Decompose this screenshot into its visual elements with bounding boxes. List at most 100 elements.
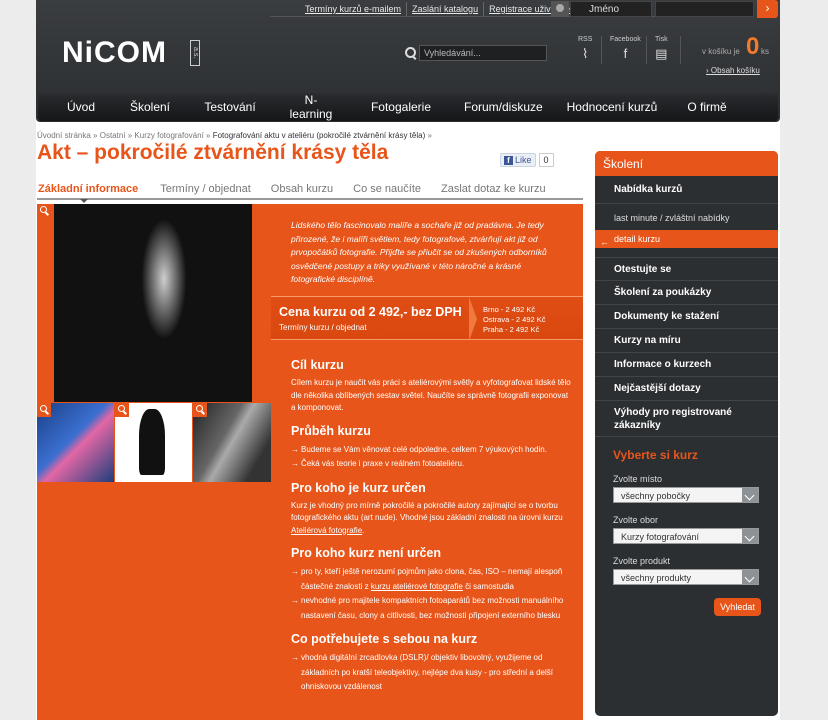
cart-count: 0 [746, 33, 760, 60]
login-submit-button[interactable]: › [757, 0, 778, 18]
nav-fotogalerie[interactable]: Fotogalerie [338, 100, 464, 114]
nav-uvod[interactable]: Úvod [38, 100, 124, 114]
course-description: Cíl kurzu Cílem kurzu je naučit vás prác… [291, 358, 573, 704]
price-box[interactable]: Cena kurzu od 2 492,- bez DPH Termíny ku… [271, 296, 583, 341]
text-fragment: Kurz je vhodný pro mírně pokročilé a pok… [291, 500, 563, 523]
sidebar-item-course-info[interactable]: Informace o kurzech [595, 353, 778, 377]
select-value: Kurzy fotografování [621, 532, 700, 542]
section-list: vhodná digitální zrcadlovka (DSLR)/ obje… [291, 651, 573, 695]
sidebar-item-registered-benefits[interactable]: Výhody pro registrované zákazníky [595, 401, 778, 437]
cart-link-label: Obsah košíku [710, 66, 760, 75]
sidebar-item-test-yourself[interactable]: Otestujte se [595, 257, 778, 281]
chevron-down-icon [742, 488, 758, 502]
search-icon[interactable] [403, 45, 419, 61]
price-cities: Brno - 2 492 Kč Ostrava - 2 492 Kč Praha… [483, 305, 546, 335]
sidebar-item-course-detail[interactable]: detail kurzu [595, 230, 778, 251]
zoom-icon[interactable] [193, 403, 207, 417]
picker-label: Zvolte produkt [613, 556, 671, 566]
select-value: všechny pobočky [621, 491, 691, 501]
breadcrumb-item[interactable]: Ostatní [100, 131, 126, 140]
section-text: Kurz je vhodný pro mírně pokročilé a pok… [291, 500, 573, 538]
zoom-icon[interactable] [37, 204, 51, 218]
price-title: Cena kurzu od 2 492,- bez DPH [279, 305, 462, 319]
select-value: všechny produkty [621, 573, 692, 583]
section-title: Co potřebujete s sebou na kurz [291, 632, 478, 646]
rss-link[interactable]: RSS ⌇ [578, 36, 592, 62]
user-icon [551, 1, 569, 17]
section-title: Průběh kurzu [291, 423, 371, 438]
nav-testovani[interactable]: Testování [176, 100, 284, 114]
price-order-link[interactable]: Termíny kurzu / objednat [279, 323, 367, 332]
cart-contents-link[interactable]: › Obsah košíku [706, 66, 760, 75]
silhouette-figure [139, 409, 165, 475]
facebook-link[interactable]: Facebook f [610, 36, 641, 61]
breadcrumb-item[interactable]: Kurzy fotografování [134, 131, 203, 140]
section-title: Pro koho je kurz určen [291, 480, 426, 495]
price-arrow-icon [469, 297, 477, 341]
facebook-like: f Like 0 [500, 153, 554, 167]
rss-icon: ⌇ [582, 46, 589, 61]
location-select[interactable]: všechny pobočky [613, 487, 759, 503]
sidebar-item-custom-courses[interactable]: Kurzy na míru [595, 329, 778, 353]
login-name-field[interactable]: Jméno [570, 1, 652, 17]
nav-n-learning[interactable]: N-learning [284, 93, 338, 121]
tab-course-content[interactable]: Obsah kurzu [259, 178, 341, 198]
text-fragment: . [362, 525, 365, 535]
list-item: pro ty, kteří ještě nerozumí pojmům jako… [291, 565, 573, 594]
tab-send-question[interactable]: Zaslat dotaz ke kurzu [429, 178, 554, 198]
tab-what-you-learn[interactable]: Co se naučíte [341, 178, 429, 198]
nav-forum[interactable]: Forum/diskuze [464, 100, 543, 114]
product-select[interactable]: všechny produkty [613, 569, 759, 585]
course-link[interactable]: kurzu ateliérové fotografie [371, 582, 463, 591]
nav-o-firme[interactable]: O firmě [686, 100, 728, 114]
tab-dates-order[interactable]: Termíny / objednat [146, 178, 259, 198]
list-item: vhodná digitální zrcadlovka (DSLR)/ obje… [291, 651, 573, 695]
top-link-terms-email[interactable]: Termíny kurzů e-mailem [300, 2, 406, 16]
course-tabs: Základní informace Termíny / objednat Ob… [37, 178, 583, 200]
nav-skoleni[interactable]: Školení [124, 100, 176, 114]
field-select[interactable]: Kurzy fotografování [613, 528, 759, 544]
list-item: Budeme se Vám věnovat celé odpoledne, ce… [291, 443, 573, 458]
sidebar-item-course-offer[interactable]: Nabídka kurzů [595, 176, 778, 204]
logo-suffix: a.s. [190, 40, 200, 66]
facebook-icon: f [504, 156, 513, 165]
login-password-field[interactable] [655, 1, 754, 17]
nav-hodnoceni[interactable]: Hodnocení kurzů [538, 100, 686, 114]
facebook-like-button[interactable]: f Like [500, 153, 536, 167]
sidebar-item-last-minute[interactable]: last minute / zvláštní nabídky [595, 213, 778, 229]
nicom-logo[interactable]: NiCOM [62, 36, 167, 70]
search-courses-button[interactable]: Vyhledat [714, 598, 761, 616]
sidebar: Školení Nabídka kurzů last minute / zvlá… [595, 151, 778, 716]
section-list: pro ty, kteří ještě nerozumí pojmům jako… [291, 565, 573, 623]
main-course-photo[interactable] [54, 204, 252, 402]
course-content: Lidského tělo fascinovalo malíře a socha… [37, 204, 583, 720]
print-link[interactable]: Tisk ▤ [655, 36, 668, 62]
main-nav: Úvod Školení Testování N-learning Fotoga… [38, 93, 778, 121]
section-title: Cíl kurzu [291, 358, 344, 372]
sidebar-head[interactable]: Školení [595, 151, 778, 176]
course-link[interactable]: Ateliérová fotografie [291, 526, 362, 535]
cart-unit: ks [761, 47, 769, 56]
sidebar-item-vouchers[interactable]: Školení za poukázky [595, 281, 778, 305]
search-input[interactable]: Vyhledávání... [419, 45, 547, 61]
breadcrumb-current: Fotografování aktu v ateliéru (pokročilé… [212, 131, 426, 140]
sidebar-item-downloads[interactable]: Dokumenty ke stažení [595, 305, 778, 329]
course-picker-title: Vyberte si kurz [613, 448, 698, 462]
price-city: Ostrava - 2 492 Kč [483, 315, 546, 324]
price-city: Brno - 2 492 Kč [483, 305, 536, 314]
print-label: Tisk [655, 36, 668, 43]
breadcrumb: Úvodní stránka » Ostatní » Kurzy fotogra… [37, 131, 432, 140]
top-link-catalog[interactable]: Zaslání katalogu [406, 2, 483, 16]
zoom-icon[interactable] [37, 403, 51, 417]
breadcrumb-item[interactable]: Úvodní stránka [37, 131, 91, 140]
text-fragment: či samostudia [462, 581, 515, 591]
zoom-icon[interactable] [115, 403, 129, 417]
picker-label: Zvolte místo [613, 474, 663, 484]
section-list: Budeme se Vám věnovat celé odpoledne, ce… [291, 443, 573, 472]
tab-basic-info[interactable]: Základní informace [37, 178, 146, 198]
section-text: Cílem kurzu je naučit vás práci s atelié… [291, 378, 571, 412]
social-divider [646, 36, 647, 64]
sidebar-item-faq[interactable]: Nejčastější dotazy [595, 377, 778, 401]
page-title: Akt – pokročilé ztvárnění krásy těla [37, 141, 389, 164]
page: Termíny kurzů e-mailem Zaslání katalogu … [0, 0, 828, 720]
